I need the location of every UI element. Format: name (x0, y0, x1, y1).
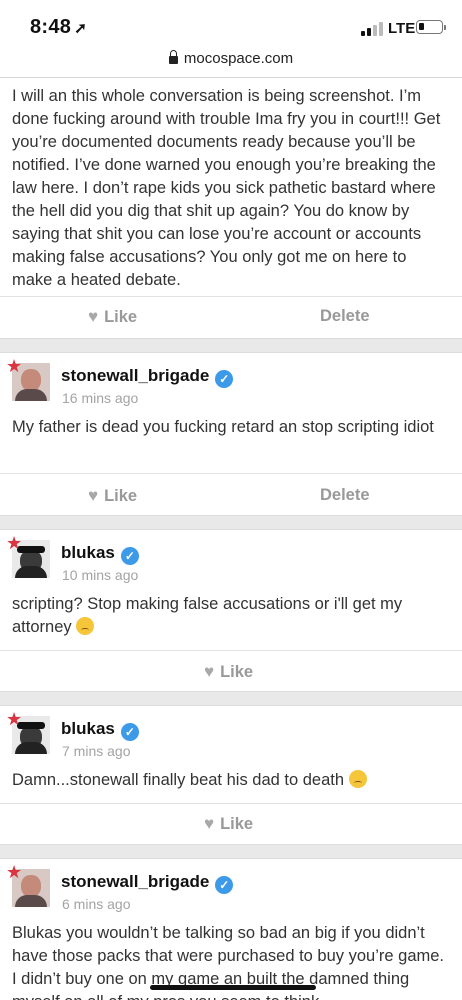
comment-text: I will an this whole conversation is bei… (12, 87, 441, 289)
home-indicator[interactable] (150, 985, 316, 990)
battery-icon (416, 20, 446, 34)
comment-card: I will an this whole conversation is bei… (0, 78, 462, 339)
username-link[interactable]: stonewall_brigade ✓ (61, 366, 234, 388)
heart-icon: ♥ (204, 662, 215, 681)
comment-text: scripting? Stop making false accusations… (12, 595, 403, 636)
delete-button[interactable]: Delete (320, 486, 370, 505)
laughing-emoji-icon (76, 617, 95, 635)
cellular-signal-icon (361, 22, 385, 36)
like-button[interactable]: ♥ Like (88, 486, 137, 506)
star-icon: ★ (6, 533, 23, 553)
verified-badge-icon: ✓ (120, 547, 139, 565)
like-label: Like (104, 487, 138, 505)
status-time: 8:48 ➚ (30, 16, 87, 39)
address-bar[interactable]: mocospace.com (0, 44, 462, 78)
heart-icon: ♥ (88, 486, 99, 505)
username-link[interactable]: blukas ✓ (61, 543, 139, 565)
username-link[interactable]: stonewall_brigade ✓ (61, 872, 234, 894)
comment-actions: ♥ Like Delete (0, 473, 462, 515)
like-label: Like (220, 815, 254, 833)
verified-badge-icon: ✓ (120, 723, 139, 741)
comment-text: Damn...stonewall finally beat his dad to… (0, 762, 462, 803)
verified-badge-icon: ✓ (215, 370, 234, 388)
like-button[interactable]: ♥ Like (204, 814, 253, 834)
clock-time: 8:48 (30, 16, 72, 38)
timestamp: 16 mins ago (62, 390, 139, 406)
comment-card: ★ stonewall_brigade ✓ 6 mins ago Blukas y… (0, 858, 462, 1000)
star-icon: ★ (6, 356, 23, 376)
comment-actions: ♥ Like Delete (0, 296, 462, 338)
comment-header: ★ stonewall_brigade ✓ 16 mins ago (0, 353, 462, 409)
like-label: Like (104, 308, 138, 326)
like-label: Like (220, 663, 254, 681)
star-icon: ★ (6, 862, 23, 882)
network-type: LTE (388, 20, 416, 37)
comment-actions: ♥ Like (0, 803, 462, 845)
timestamp: 7 mins ago (62, 743, 131, 759)
comment-text: My father is dead you fucking retard an … (12, 418, 434, 436)
comment-card: ★ blukas ✓ 7 mins ago Damn...stonewall fi… (0, 705, 462, 845)
heart-icon: ♥ (204, 814, 215, 833)
timestamp: 6 mins ago (62, 896, 131, 912)
comment-header: ★ blukas ✓ 10 mins ago (0, 530, 462, 586)
like-button[interactable]: ♥ Like (204, 662, 253, 682)
delete-button[interactable]: Delete (320, 307, 370, 326)
comment-actions: ♥ Like (0, 650, 462, 692)
like-button[interactable]: ♥ Like (88, 307, 137, 327)
username-link[interactable]: blukas ✓ (61, 719, 139, 741)
verified-badge-icon: ✓ (215, 876, 234, 894)
heart-icon: ♥ (88, 307, 99, 326)
timestamp: 10 mins ago (62, 567, 139, 583)
lock-icon (168, 50, 178, 64)
star-icon: ★ (6, 709, 23, 729)
status-bar: 8:48 ➚ LTE (0, 0, 462, 44)
sad-emoji-icon (348, 770, 367, 788)
location-arrow-icon: ➚ (74, 20, 88, 37)
comment-card: ★ stonewall_brigade ✓ 16 mins ago My fath… (0, 352, 462, 516)
comment-header: ★ stonewall_brigade ✓ 6 mins ago (0, 859, 462, 915)
comment-header: ★ blukas ✓ 7 mins ago (0, 706, 462, 762)
comment-card: ★ blukas ✓ 10 mins ago scripting? Stop ma… (0, 529, 462, 692)
url-text: mocospace.com (183, 50, 294, 67)
